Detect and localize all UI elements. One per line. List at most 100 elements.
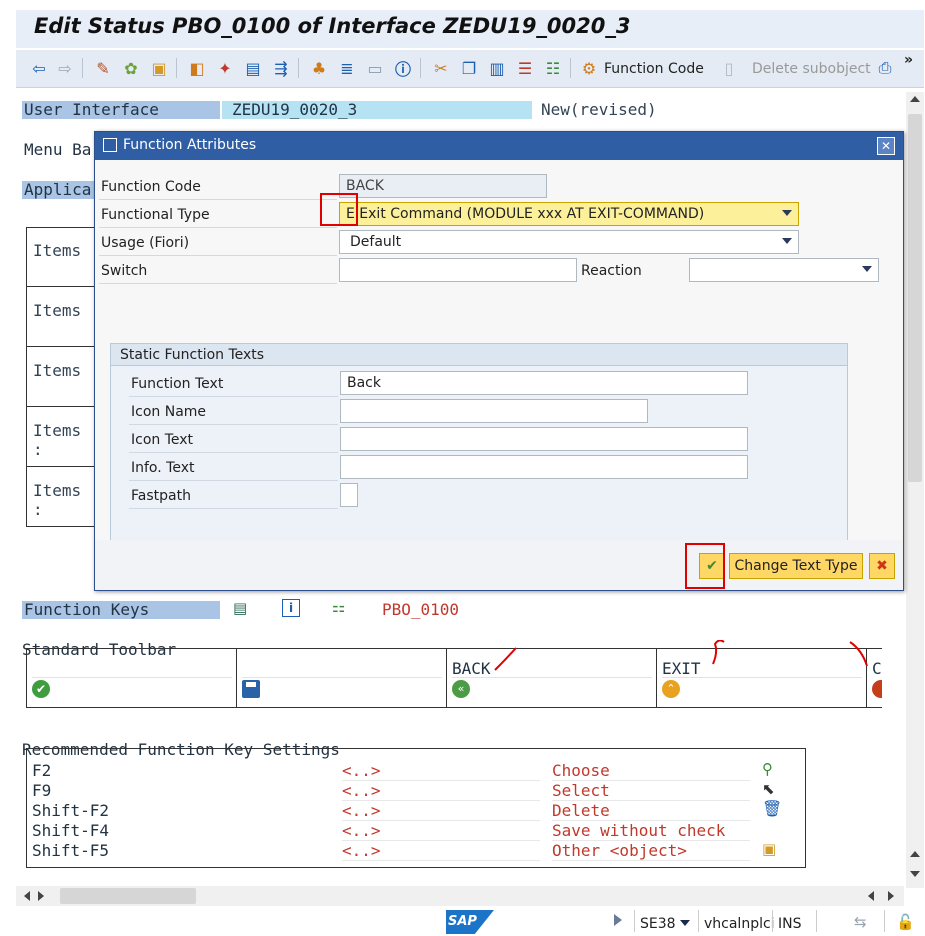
- back-arrow-icon[interactable]: ⇦: [28, 57, 50, 79]
- scroll-thumb[interactable]: [60, 888, 196, 904]
- items-row[interactable]: Items: [26, 227, 96, 287]
- transaction-code: SE38: [640, 916, 676, 932]
- change-text-type-button[interactable]: Change Text Type: [729, 553, 863, 579]
- paste-icon[interactable]: ▥: [486, 57, 508, 79]
- test-icon[interactable]: ⇶: [270, 57, 292, 79]
- scroll-right-icon[interactable]: [38, 891, 44, 901]
- dialog-title: Function Attributes: [123, 137, 257, 153]
- info-text-field[interactable]: [340, 455, 748, 479]
- row-divider: [129, 452, 338, 453]
- chevron-down-icon[interactable]: [862, 266, 872, 272]
- status-separator: [772, 910, 773, 932]
- items-row[interactable]: Items :: [26, 467, 96, 527]
- fkey-code[interactable]: <..>: [342, 822, 540, 841]
- magic-wand-icon[interactable]: ✦: [214, 57, 236, 79]
- usage-value: Default: [350, 234, 402, 250]
- other-object-icon[interactable]: ✎: [92, 57, 114, 79]
- other-object-icon: ▣: [762, 840, 777, 858]
- display-icon[interactable]: ▤: [233, 599, 247, 617]
- function-code-icon[interactable]: ⚙: [578, 57, 600, 79]
- functional-type-value: E Exit Command (MODULE xxx AT EXIT-COMMA…: [346, 206, 705, 222]
- fkey-code[interactable]: <..>: [342, 762, 540, 781]
- highlight-box: [320, 193, 358, 226]
- dialog-footer: ✔ Change Text Type ✖: [95, 540, 903, 590]
- delete-row-icon[interactable]: ☰: [514, 57, 536, 79]
- function-code-field[interactable]: BACK: [339, 174, 547, 198]
- chevron-down-icon[interactable]: [782, 238, 792, 244]
- scroll-up-icon[interactable]: [910, 96, 920, 102]
- copy-icon[interactable]: ❐: [458, 57, 480, 79]
- dialog-header: Function Attributes ✕: [95, 132, 903, 160]
- function-code-button[interactable]: Function Code: [604, 61, 704, 77]
- switch-field[interactable]: [339, 258, 577, 282]
- insert-row-icon[interactable]: ☷: [542, 57, 564, 79]
- function-text-label: Function Text: [131, 376, 224, 392]
- menu-bar-label: Menu Ba: [22, 141, 96, 159]
- scroll-left-icon[interactable]: [868, 891, 874, 901]
- items-row[interactable]: Items: [26, 347, 96, 407]
- forward-arrow-icon[interactable]: ⇨: [54, 57, 76, 79]
- fkey-code[interactable]: <..>: [342, 782, 540, 801]
- items-label: Items :: [33, 481, 82, 519]
- cancel-button[interactable]: ✖: [869, 553, 895, 579]
- hierarchy-icon[interactable]: ♣: [308, 57, 330, 79]
- align-icon[interactable]: ≣: [336, 57, 358, 79]
- scroll-up-icon[interactable]: [910, 851, 920, 857]
- vertical-scrollbar[interactable]: [906, 92, 924, 888]
- hierarchy-icon[interactable]: ⚏: [332, 598, 345, 616]
- items-row[interactable]: Items: [26, 287, 96, 347]
- fkey-code[interactable]: <..>: [342, 802, 540, 821]
- info-icon[interactable]: ⓘ: [392, 57, 414, 79]
- highlight-box: [685, 543, 725, 589]
- exit-icon: ⌃: [662, 680, 680, 698]
- lock-icon[interactable]: 🔓: [896, 913, 915, 931]
- row-divider: [129, 508, 338, 509]
- toolbar-cell-input[interactable]: [32, 660, 232, 678]
- window-title: Edit Status PBO_0100 of Interface ZEDU19…: [34, 14, 631, 38]
- choose-icon: ⚲: [762, 760, 773, 778]
- chevron-down-icon[interactable]: [782, 210, 792, 216]
- layout-icon[interactable]: ▭: [364, 57, 386, 79]
- where-used-icon[interactable]: ▤: [242, 57, 264, 79]
- scroll-down-icon[interactable]: [910, 871, 920, 877]
- toolbar-cell-input[interactable]: [242, 660, 442, 678]
- scroll-left-icon[interactable]: [24, 891, 30, 901]
- transfer-icon[interactable]: ⇆: [854, 913, 867, 931]
- row-divider: [99, 255, 337, 256]
- function-text-field[interactable]: Back: [340, 371, 748, 395]
- print-icon[interactable]: ⎙: [874, 57, 896, 79]
- horizontal-scrollbar[interactable]: [16, 886, 904, 906]
- input-mode: INS: [778, 916, 802, 932]
- fastpath-field[interactable]: [340, 483, 358, 507]
- more-button[interactable]: »: [904, 52, 913, 68]
- fkey-code[interactable]: <..>: [342, 842, 540, 861]
- toolbar-separator: [298, 58, 299, 78]
- check-object-icon[interactable]: ◧: [186, 57, 208, 79]
- chevron-down-icon[interactable]: [680, 920, 690, 926]
- icon-text-field[interactable]: [340, 427, 748, 451]
- scroll-right-icon[interactable]: [888, 891, 894, 901]
- fkey-text: Save without check: [552, 822, 750, 841]
- group-title: Static Function Texts: [120, 347, 265, 363]
- fkey-text: Delete: [552, 802, 750, 821]
- reaction-select[interactable]: [689, 258, 879, 282]
- items-label: Items: [33, 361, 82, 380]
- items-row[interactable]: Items :: [26, 407, 96, 467]
- close-icon[interactable]: ✕: [877, 137, 895, 155]
- trash-icon: 🗑: [762, 799, 783, 818]
- usage-select[interactable]: Default: [339, 230, 799, 254]
- display-change-icon[interactable]: ✿: [120, 57, 142, 79]
- group-header: Static Function Texts: [111, 344, 847, 366]
- annotation-stroke: [712, 640, 725, 665]
- dialog-icon: [103, 138, 117, 152]
- functional-type-select[interactable]: E Exit Command (MODULE xxx AT EXIT-COMMA…: [339, 202, 799, 226]
- document-icon[interactable]: ▯: [718, 57, 740, 79]
- cut-icon[interactable]: ✂: [430, 57, 452, 79]
- fastpath-label: Fastpath: [131, 488, 191, 504]
- icon-name-field[interactable]: [340, 399, 648, 423]
- info-icon[interactable]: i: [282, 599, 300, 617]
- activate-icon[interactable]: ▣: [148, 57, 170, 79]
- scroll-thumb[interactable]: [908, 114, 922, 482]
- delete-subobject-button[interactable]: Delete subobject: [752, 61, 871, 77]
- play-icon[interactable]: [614, 914, 622, 926]
